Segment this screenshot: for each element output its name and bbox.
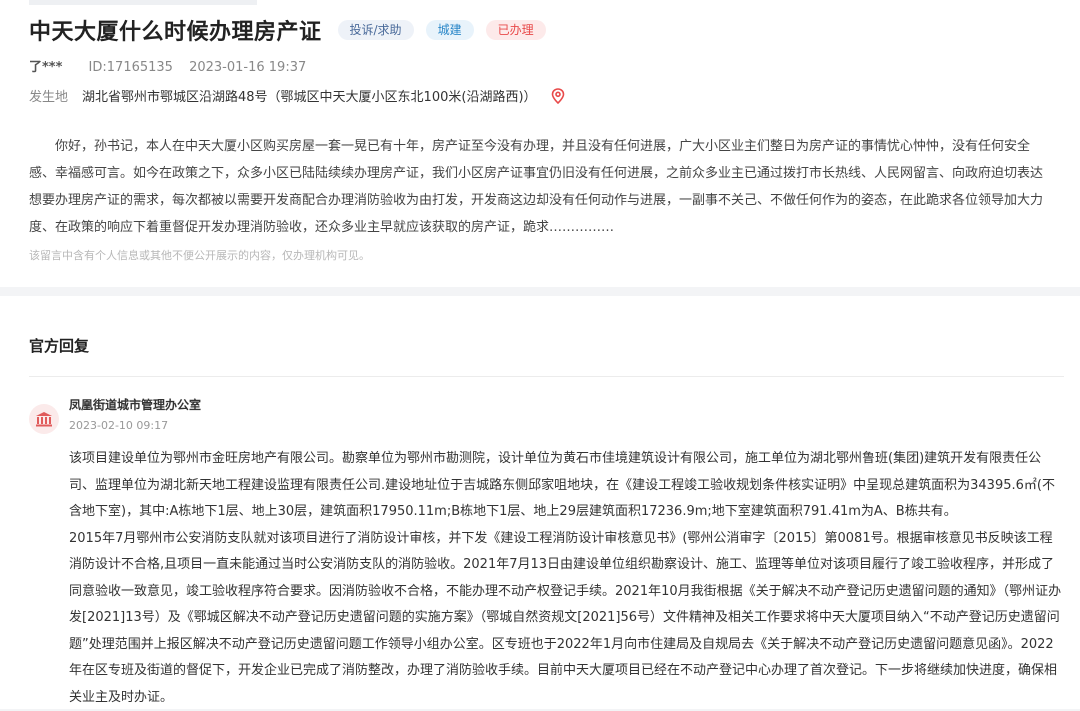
place-row: 发生地 湖北省鄂州市鄂城区沿湖路48号（鄂城区中天大厦小区东北100米(沿湖路西… [29, 86, 1060, 105]
org-info: 凤凰街道城市管理办公室 2023-02-10 09:17 [69, 396, 201, 432]
type-tag[interactable]: 投诉/求助 [338, 20, 414, 40]
petition-id: ID:17165135 [89, 60, 173, 75]
government-building-icon [29, 404, 59, 434]
place-value: 湖北省鄂州市鄂城区沿湖路48号（鄂城区中天大厦小区东北100米(沿湖路西)） [82, 86, 537, 105]
meta-row: 了*** ID:17165135 2023-01-16 19:37 [29, 56, 1060, 75]
author-name: 了*** [29, 60, 62, 75]
reply-card: 官方回复 凤凰街道城市管理办公室 2023-02-10 09:17 该项目建设单… [0, 296, 1080, 709]
reply-paragraph: 该项目建设单位为鄂州市金旺房地产有限公司。勘察单位为鄂州市勘测院，设计单位为黄石… [69, 446, 1064, 526]
top-strip [29, 0, 257, 5]
privacy-note: 该留言中含有个人信息或其他不便公开展示的内容，仅办理机构可见。 [29, 247, 1060, 263]
reply-date: 2023-02-10 09:17 [69, 419, 201, 432]
org-name: 凤凰街道城市管理办公室 [69, 396, 201, 413]
page-title: 中天大厦什么时候办理房产证 [29, 14, 322, 46]
reply-paragraph: 2015年7月鄂州市公安消防支队就对该项目进行了消防设计审核，并下发《建设工程消… [69, 526, 1064, 711]
petition-body: 你好，孙书记，本人在中天大厦小区购买房屋一套一晃已有十年，房产证至今没有办理，并… [29, 133, 1060, 241]
place-label: 发生地 [29, 86, 68, 105]
divider [29, 376, 1064, 377]
petition-card: 中天大厦什么时候办理房产证 投诉/求助 城建 已办理 了*** ID:17165… [0, 0, 1080, 287]
location-pin-icon[interactable] [551, 88, 565, 104]
reply-section-title: 官方回复 [29, 296, 1064, 356]
title-row: 中天大厦什么时候办理房产证 投诉/求助 城建 已办理 [29, 0, 1060, 46]
reply-header: 凤凰街道城市管理办公室 2023-02-10 09:17 [29, 396, 1064, 434]
petition-datetime: 2023-01-16 19:37 [189, 60, 306, 75]
category-tag[interactable]: 城建 [426, 20, 474, 40]
reply-body: 该项目建设单位为鄂州市金旺房地产有限公司。勘察单位为鄂州市勘测院，设计单位为黄石… [69, 446, 1064, 711]
status-badge: 已办理 [486, 20, 546, 40]
